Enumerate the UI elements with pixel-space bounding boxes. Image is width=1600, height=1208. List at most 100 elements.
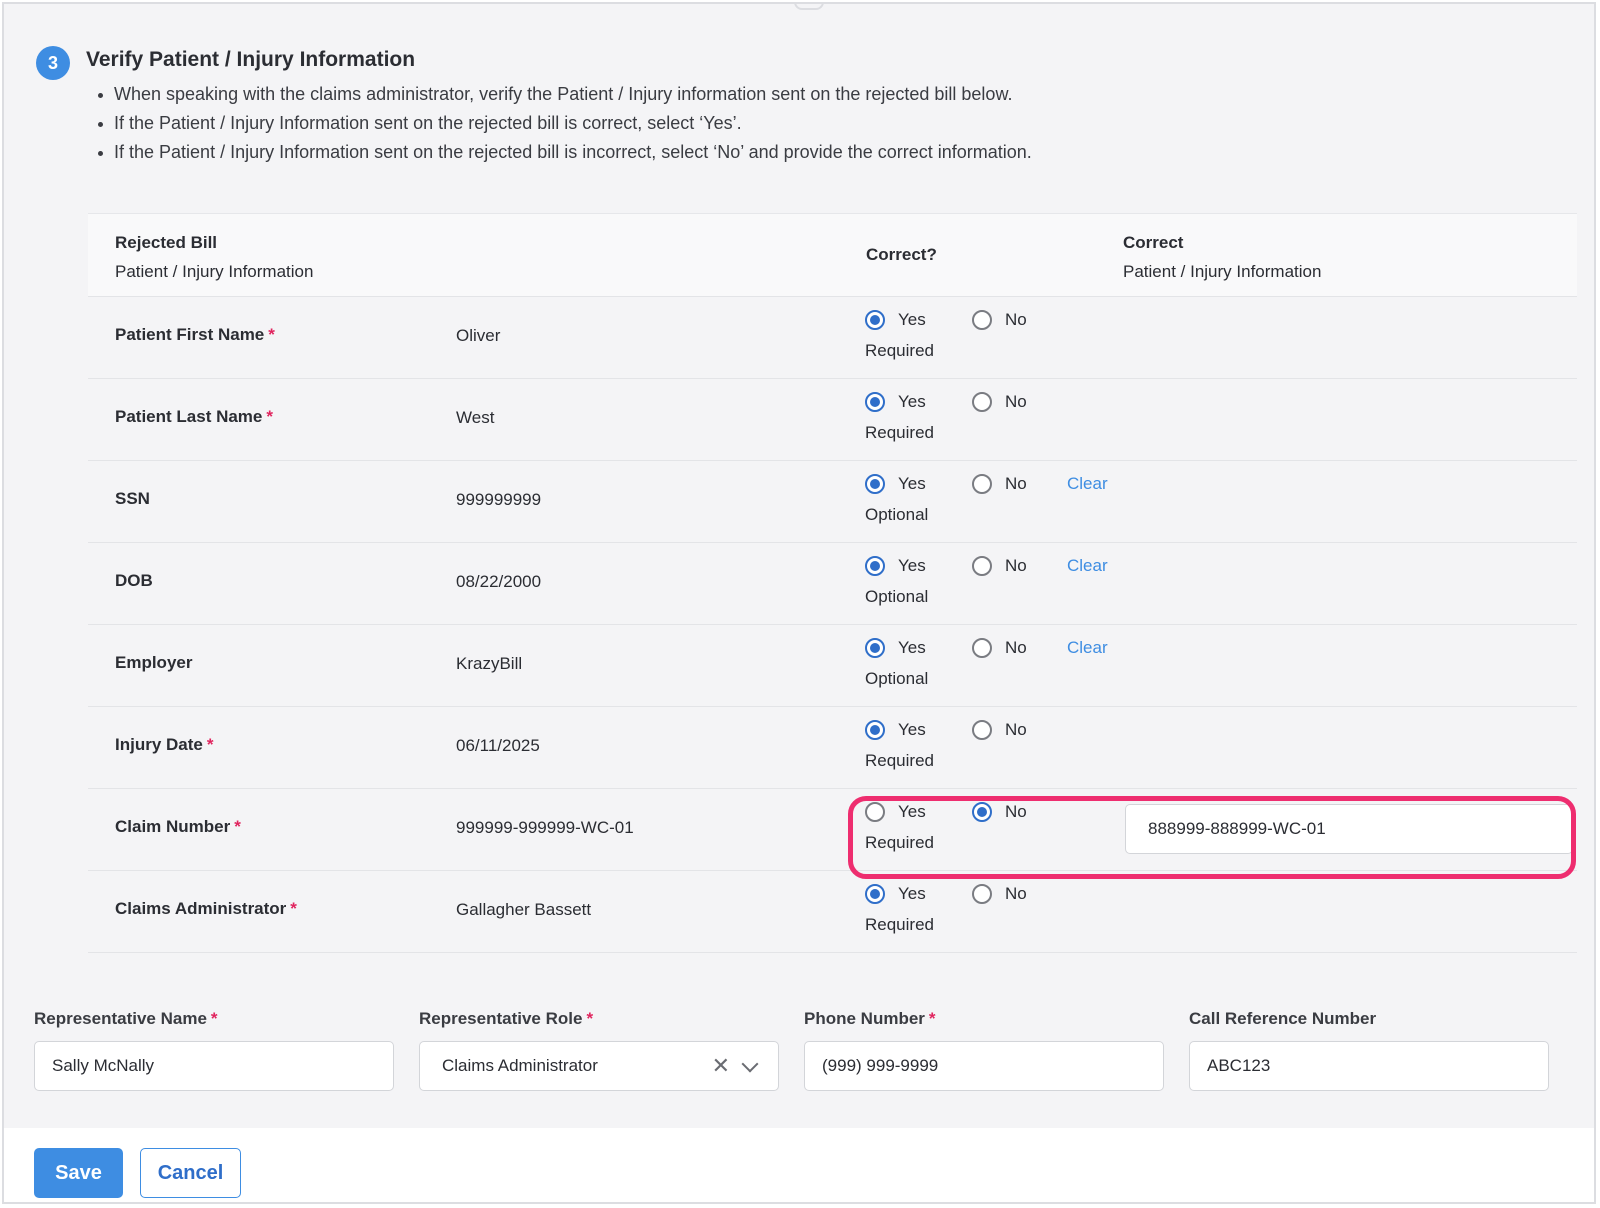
radio-no[interactable]: No [972,883,1052,909]
radio-yes-label: Yes [898,720,926,739]
radio-no-circle[interactable] [972,638,992,658]
radio-no-circle[interactable] [972,720,992,740]
instruction-item: When speaking with the claims administra… [94,80,1032,109]
phone-number-label: Phone Number * [804,1008,1164,1036]
field-label-text: SSN [115,489,150,508]
radio-yes[interactable]: Yes [865,555,945,581]
representative-role-select[interactable]: Claims Administrator ✕ [419,1041,779,1091]
form-footer: Save Cancel [4,1128,1594,1202]
radio-yes[interactable]: Yes [865,391,945,417]
radio-no-label: No [1005,720,1027,739]
radio-yes-label: Yes [898,884,926,903]
header-corrected-subtitle: Patient / Injury Information [1123,262,1322,281]
radio-no-label: No [1005,884,1027,903]
call-reference-label-text: Call Reference Number [1189,1009,1377,1028]
requirement-text: Required [865,423,934,442]
radio-no-circle[interactable] [972,310,992,330]
instruction-item: If the Patient / Injury Information sent… [94,109,1032,138]
radio-no-label: No [1005,638,1027,657]
table-row: SSN 999999999 Yes No Optional Clear [88,459,1577,543]
field-label: Claims Administrator * [115,899,297,919]
rejected-value: Gallagher Bassett [456,900,592,919]
radio-no-circle[interactable] [972,802,992,822]
radio-no[interactable]: No [972,473,1052,499]
radio-yes-circle[interactable] [865,884,885,904]
radio-yes[interactable]: Yes [865,309,945,335]
clear-link[interactable]: Clear [1067,638,1108,658]
radio-no-label: No [1005,392,1027,411]
radio-yes[interactable]: Yes [865,801,945,827]
radio-no-circle[interactable] [972,884,992,904]
requirement-text: Optional [865,669,929,688]
table-row: Patient Last Name * West Yes No Required [88,377,1577,461]
chevron-down-icon[interactable] [741,1055,759,1072]
cancel-button[interactable]: Cancel [140,1148,241,1198]
radio-no[interactable]: No [972,309,1052,335]
radio-yes-circle[interactable] [865,392,885,412]
save-button[interactable]: Save [34,1148,123,1198]
required-asterisk: * [210,1009,218,1028]
field-label: Patient Last Name * [115,407,273,427]
corrected-value-input[interactable] [1125,804,1573,854]
rejected-value: Oliver [456,326,501,345]
radio-yes-label: Yes [898,474,926,493]
rejected-value: 08/22/2000 [456,572,542,591]
table-row: Employer KrazyBill Yes No Optional Clear [88,623,1577,707]
representative-name-input[interactable] [34,1041,394,1091]
radio-yes[interactable]: Yes [865,473,945,499]
clear-link[interactable]: Clear [1067,474,1108,494]
phone-number-field: Phone Number * [804,1008,1164,1091]
radio-no-circle[interactable] [972,474,992,494]
phone-number-input[interactable] [804,1041,1164,1091]
table-row: Claims Administrator * Gallagher Bassett Ye… [88,869,1577,953]
field-label-text: Injury Date [115,735,203,754]
rejected-value: West [456,408,495,427]
rejected-value: KrazyBill [456,654,523,673]
table-row: Claim Number * 999999-999999-WC-01 Yes No Req… [88,787,1577,871]
field-label-text: DOB [115,571,153,590]
requirement-text: Required [865,341,934,360]
radio-no[interactable]: No [972,719,1052,745]
required-asterisk: * [586,1009,594,1028]
field-label: Injury Date * [115,735,213,755]
field-label: SSN [115,489,150,509]
radio-no-label: No [1005,310,1027,329]
rejected-value: 999999-999999-WC-01 [456,818,634,837]
radio-no[interactable]: No [972,391,1052,417]
radio-yes-circle[interactable] [865,802,885,822]
table-row: Patient First Name * Oliver Yes No Required [88,295,1577,379]
representative-role-field: Representative Role * Claims Administrato… [419,1008,779,1091]
radio-yes-circle[interactable] [865,638,885,658]
radio-no-circle[interactable] [972,392,992,412]
required-asterisk: * [266,407,274,426]
field-label-text: Employer [115,653,193,672]
radio-yes-label: Yes [898,310,926,329]
radio-no[interactable]: No [972,555,1052,581]
call-reference-input[interactable] [1189,1041,1549,1091]
close-icon[interactable]: ✕ [712,1053,730,1079]
radio-yes-circle[interactable] [865,720,885,740]
radio-no-circle[interactable] [972,556,992,576]
radio-no[interactable]: No [972,801,1052,827]
rejected-value: 999999999 [456,490,542,509]
radio-yes-label: Yes [898,392,926,411]
rejected-value: 06/11/2025 [456,736,540,755]
requirement-text: Optional [865,587,929,606]
radio-yes-circle[interactable] [865,556,885,576]
radio-yes[interactable]: Yes [865,637,945,663]
clear-link[interactable]: Clear [1067,556,1108,576]
representative-name-field: Representative Name * [34,1008,394,1091]
representative-role-value: Claims Administrator [442,1056,598,1075]
radio-no-label: No [1005,802,1027,821]
radio-no[interactable]: No [972,637,1052,663]
radio-yes-circle[interactable] [865,474,885,494]
verification-table-header: Rejected Bill Patient / Injury Informati… [88,213,1577,297]
header-rejected-subtitle: Patient / Injury Information [115,262,314,281]
radio-yes-circle[interactable] [865,310,885,330]
radio-yes[interactable]: Yes [865,719,945,745]
radio-no-label: No [1005,556,1027,575]
field-label: Employer [115,653,192,673]
radio-yes[interactable]: Yes [865,883,945,909]
representative-role-label: Representative Role * [419,1008,779,1036]
table-row: Injury Date * 06/11/2025 Yes No Required [88,705,1577,789]
